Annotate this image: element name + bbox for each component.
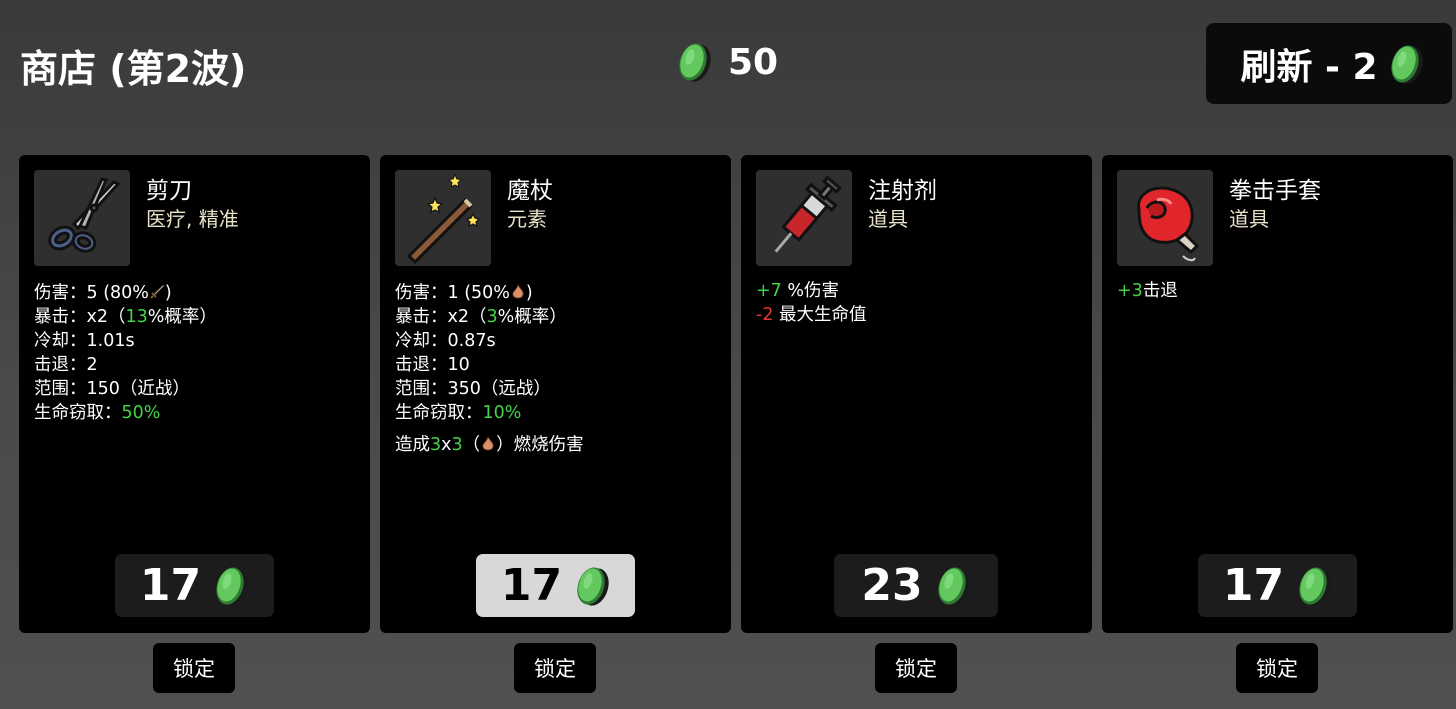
stat-crit: 暴击：x2（3%概率） <box>395 307 567 327</box>
stat-crit: 暴击：x2（13%概率） <box>34 307 217 327</box>
material-coin-icon <box>1296 563 1332 609</box>
item-tags: 道具 <box>868 207 908 231</box>
material-coin-icon <box>1388 42 1424 86</box>
shop-item-card: 拳击手套 道具 +3击退 17 <box>1102 155 1453 633</box>
sword-icon <box>150 284 165 299</box>
price-value: 17 <box>139 560 202 611</box>
material-coin-icon <box>213 563 249 609</box>
boxing-glove-icon <box>1117 170 1213 266</box>
lock-button[interactable]: 锁定 <box>514 643 596 693</box>
stat-range: 范围：350（远战） <box>395 379 551 399</box>
flame-icon <box>512 284 524 299</box>
shop-title: 商店 (第2波) <box>20 47 247 91</box>
price-value: 23 <box>861 560 923 611</box>
stat-cooldown: 冷却：0.87s <box>395 331 496 351</box>
reroll-button[interactable]: 刷新 - 2 <box>1206 23 1452 104</box>
item-tags: 元素 <box>507 207 547 231</box>
stat-cooldown: 冷却：1.01s <box>34 331 135 351</box>
item-tags: 道具 <box>1229 207 1269 231</box>
scissors-icon <box>34 170 130 266</box>
buy-button[interactable]: 17 <box>115 554 274 617</box>
item-name: 拳击手套 <box>1229 178 1321 204</box>
syringe-icon <box>756 170 852 266</box>
price-value: 17 <box>500 560 563 611</box>
stat-lifesteal: 生命窃取：10% <box>395 403 522 423</box>
stat-knockback: 击退：10 <box>395 355 470 375</box>
material-coin-icon <box>574 563 610 609</box>
flame-icon <box>482 436 494 451</box>
item-stats: 伤害：5 (80%) 暴击：x2（13%概率） 冷却：1.01s 击退：2 范围… <box>34 281 217 425</box>
stat-knockback: 击退：2 <box>34 355 98 375</box>
buy-button[interactable]: 17 <box>476 554 635 617</box>
reroll-label: 刷新 - 2 <box>1240 46 1378 88</box>
materials-count: 50 <box>728 41 779 83</box>
material-coin-icon <box>676 40 712 84</box>
buy-button[interactable]: 17 <box>1198 554 1357 617</box>
item-effects: +7 %伤害 -2 最大生命值 <box>756 279 867 327</box>
item-name: 魔杖 <box>507 178 553 204</box>
materials-display: 50 <box>676 40 778 84</box>
shop-item-card: 注射剂 道具 +7 %伤害 -2 最大生命值 23 <box>741 155 1092 633</box>
buy-button[interactable]: 23 <box>834 554 998 617</box>
material-coin-icon <box>935 563 971 609</box>
shop-item-card: 魔杖 元素 伤害：1 (50%) 暴击：x2（3%概率） 冷却：0.87s 击退… <box>380 155 731 633</box>
item-name: 剪刀 <box>146 178 192 204</box>
effect-damage: +7 %伤害 <box>756 281 840 301</box>
item-stats: 伤害：1 (50%) 暴击：x2（3%概率） 冷却：0.87s 击退：10 范围… <box>395 281 584 457</box>
price-value: 17 <box>1222 560 1285 611</box>
stat-damage: 伤害：5 (80%) <box>34 283 172 303</box>
lock-button[interactable]: 锁定 <box>875 643 957 693</box>
effect-max-hp: -2 最大生命值 <box>756 305 867 325</box>
item-effects: +3击退 <box>1117 279 1178 303</box>
stat-burn: 造成3x3（ ）燃烧伤害 <box>395 435 584 455</box>
shop-item-card: 剪刀 医疗, 精准 伤害：5 (80%) 暴击：x2（13%概率） 冷却：1.0… <box>19 155 370 633</box>
stat-damage: 伤害：1 (50%) <box>395 283 533 303</box>
wand-icon <box>395 170 491 266</box>
stat-range: 范围：150（近战） <box>34 379 190 399</box>
effect-knockback: +3击退 <box>1117 281 1178 301</box>
lock-button[interactable]: 锁定 <box>1236 643 1318 693</box>
item-tags: 医疗, 精准 <box>146 207 239 231</box>
item-name: 注射剂 <box>868 178 937 204</box>
stat-lifesteal: 生命窃取：50% <box>34 403 161 423</box>
lock-button[interactable]: 锁定 <box>153 643 235 693</box>
